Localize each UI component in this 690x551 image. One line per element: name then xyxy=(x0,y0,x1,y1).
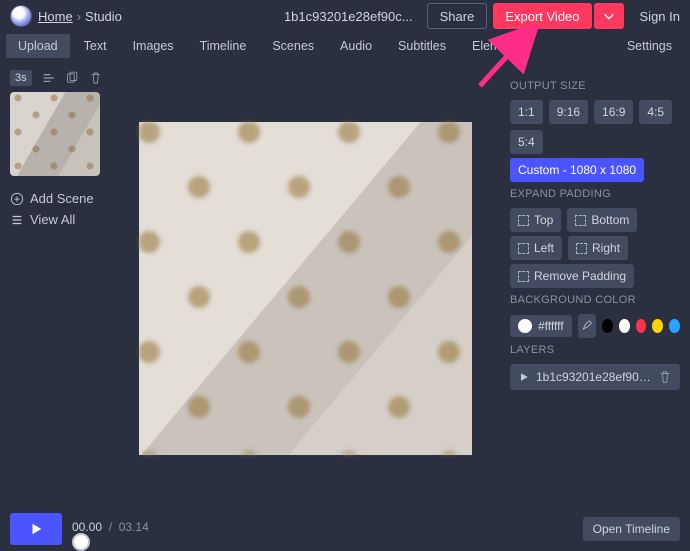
preset-black[interactable] xyxy=(602,319,613,333)
chevron-down-icon xyxy=(602,9,616,23)
eyedropper-icon xyxy=(581,320,593,332)
export-group: Export Video xyxy=(493,3,623,29)
pad-left-label: Left xyxy=(534,241,554,255)
tab-text[interactable]: Text xyxy=(72,34,119,58)
layer-row[interactable]: 1b1c93201e28ef90cac... xyxy=(510,364,680,390)
tab-images[interactable]: Images xyxy=(121,34,186,58)
list-icon xyxy=(10,213,24,227)
dashed-box-icon xyxy=(518,271,529,282)
sign-in-link[interactable]: Sign In xyxy=(640,9,680,24)
output-size-label: OUTPUT SIZE xyxy=(510,80,680,92)
transport-bar: 00.00 / 03.14 Open Timeline xyxy=(0,508,690,550)
pad-right-button[interactable]: Right xyxy=(568,236,628,260)
view-all-label: View All xyxy=(30,212,75,227)
scene-tools: 3s xyxy=(10,70,102,86)
top-bar: Home › Studio 1b1c93201e28ef90c... Share… xyxy=(0,0,690,32)
time-sep: / xyxy=(109,520,112,534)
reorder-icon[interactable] xyxy=(42,71,55,85)
open-timeline-button[interactable]: Open Timeline xyxy=(583,517,680,541)
time-current: 00.00 xyxy=(72,520,102,534)
dashed-box-icon xyxy=(576,243,587,254)
tab-subtitles[interactable]: Subtitles xyxy=(386,34,458,58)
app-logo-icon xyxy=(10,5,32,27)
aspect-ratio-row: 1:1 9:16 16:9 4:5 5:4 xyxy=(510,100,680,154)
tab-settings[interactable]: Settings xyxy=(615,34,684,58)
ratio-16-9[interactable]: 16:9 xyxy=(594,100,633,124)
custom-size-button[interactable]: Custom - 1080 x 1080 xyxy=(510,158,644,182)
ratio-9-16[interactable]: 9:16 xyxy=(549,100,588,124)
time-total: 03.14 xyxy=(119,520,149,534)
pad-top-button[interactable]: Top xyxy=(510,208,561,232)
playhead-handle[interactable] xyxy=(72,533,90,551)
tab-elements[interactable]: Elements xyxy=(460,34,536,58)
breadcrumb: Home › Studio xyxy=(38,9,122,24)
play-button[interactable] xyxy=(10,513,62,545)
trash-icon[interactable] xyxy=(658,370,672,384)
dashed-box-icon xyxy=(518,215,529,226)
properties-panel: OUTPUT SIZE 1:1 9:16 16:9 4:5 5:4 Custom… xyxy=(500,60,690,508)
preset-red[interactable] xyxy=(636,319,647,333)
document-title: 1b1c93201e28ef90c... xyxy=(284,9,413,24)
background-color-label: BACKGROUND COLOR xyxy=(510,294,680,306)
tab-audio[interactable]: Audio xyxy=(328,34,384,58)
ratio-1-1[interactable]: 1:1 xyxy=(510,100,543,124)
layer-name: 1b1c93201e28ef90cac... xyxy=(536,370,652,384)
remove-padding-button[interactable]: Remove Padding xyxy=(510,264,634,288)
trash-icon[interactable] xyxy=(89,71,102,85)
bg-swatch-icon xyxy=(518,319,532,333)
time-display: 00.00 / 03.14 xyxy=(72,520,565,534)
pad-right-label: Right xyxy=(592,241,620,255)
tab-scenes[interactable]: Scenes xyxy=(260,34,326,58)
breadcrumb-home-link[interactable]: Home xyxy=(38,9,73,24)
layer-play-icon xyxy=(518,371,530,383)
remove-padding-label: Remove Padding xyxy=(534,269,626,283)
scene-duration-badge[interactable]: 3s xyxy=(10,70,32,86)
add-scene-label: Add Scene xyxy=(30,191,94,206)
background-color-row: #ffffff xyxy=(510,314,680,338)
copy-icon[interactable] xyxy=(65,71,78,85)
canvas-area xyxy=(110,60,500,508)
eyedropper-button[interactable] xyxy=(578,314,596,338)
tab-upload[interactable]: Upload xyxy=(6,34,70,58)
scenes-panel: 3s Add Scene View All xyxy=(0,60,110,508)
pad-left-button[interactable]: Left xyxy=(510,236,562,260)
dashed-box-icon xyxy=(575,215,586,226)
breadcrumb-separator: › xyxy=(77,9,81,24)
scene-thumbnail[interactable] xyxy=(10,92,100,176)
bg-color-value: #ffffff xyxy=(538,319,564,333)
share-button[interactable]: Share xyxy=(427,3,488,29)
preset-yellow[interactable] xyxy=(652,319,663,333)
plus-circle-icon xyxy=(10,192,24,206)
tab-timeline[interactable]: Timeline xyxy=(188,34,259,58)
breadcrumb-current: Studio xyxy=(85,9,122,24)
bg-color-input[interactable]: #ffffff xyxy=(510,315,572,337)
main-area: 3s Add Scene View All OUTPUT SIZE 1:1 9:… xyxy=(0,60,690,508)
pad-bottom-button[interactable]: Bottom xyxy=(567,208,637,232)
view-all-button[interactable]: View All xyxy=(10,209,102,230)
layers-label: LAYERS xyxy=(510,344,680,356)
ratio-4-5[interactable]: 4:5 xyxy=(639,100,672,124)
add-scene-button[interactable]: Add Scene xyxy=(10,188,102,209)
expand-padding-label: EXPAND PADDING xyxy=(510,188,680,200)
pad-top-label: Top xyxy=(534,213,553,227)
video-canvas[interactable] xyxy=(139,122,472,455)
play-icon xyxy=(29,522,43,536)
tab-bar: Upload Text Images Timeline Scenes Audio… xyxy=(0,32,690,60)
ratio-5-4[interactable]: 5:4 xyxy=(510,130,543,154)
preset-blue[interactable] xyxy=(669,319,680,333)
dashed-box-icon xyxy=(518,243,529,254)
export-dropdown-button[interactable] xyxy=(594,3,624,29)
export-video-button[interactable]: Export Video xyxy=(493,3,591,29)
preset-white[interactable] xyxy=(619,319,630,333)
pad-bottom-label: Bottom xyxy=(591,213,629,227)
